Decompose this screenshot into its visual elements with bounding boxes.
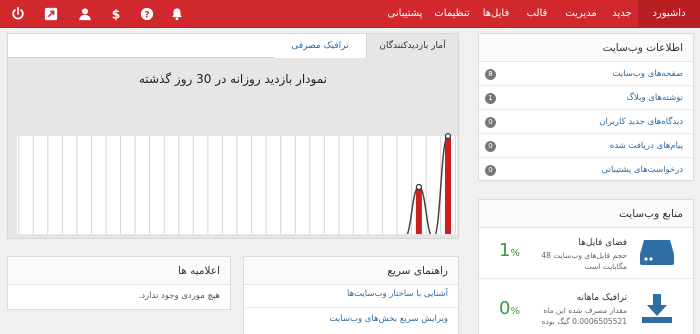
user-icon[interactable] — [72, 0, 98, 28]
resources-title: منابع وب‌سایت — [479, 200, 693, 228]
nav-files[interactable]: فایل‌ها — [474, 0, 518, 28]
site-info-row[interactable]: دیدگاه‌های جدید کاربران 0 — [479, 110, 693, 134]
bar — [445, 136, 451, 234]
site-info-panel: اطلاعات وب‌سایت صفحه‌های وب‌سایت 8 نوشته‌ه… — [478, 33, 694, 182]
download-icon — [641, 292, 673, 324]
site-info-label: نوشته‌های وبلاگ — [626, 93, 683, 103]
data-point — [415, 183, 422, 191]
site-info-label: پیام‌های دریافت شده — [609, 141, 683, 151]
count-badge: 1 — [485, 93, 496, 104]
resource-percent: 0% — [499, 298, 520, 319]
bell-icon[interactable] — [164, 0, 190, 28]
chart-title: نمودار بازدید روزانه در 30 روز گذشته — [138, 72, 328, 86]
svg-text:$: $ — [112, 7, 121, 21]
count-badge: 8 — [485, 69, 496, 80]
resources-panel: منابع وب‌سایت فضای فایل‌ها حجم فایل‌های … — [478, 199, 694, 334]
count-badge: 0 — [485, 117, 496, 128]
help-icon[interactable]: ? — [134, 0, 160, 28]
site-info-label: صفحه‌های وب‌سایت — [612, 69, 683, 79]
empty-message: هیچ موردی وجود ندارد. — [138, 291, 220, 301]
site-info-row[interactable]: صفحه‌های وب‌سایت 8 — [479, 62, 693, 86]
site-info-title: اطلاعات وب‌سایت — [479, 34, 693, 62]
site-info-row[interactable]: درخواست‌های پشتیبانی 0 — [479, 158, 693, 182]
announcements-panel: اعلامیه ها هیچ موردی وجود ندارد. — [7, 256, 231, 310]
dollar-icon[interactable]: $ — [103, 0, 129, 28]
quick-guide-title: راهنمای سریع — [244, 257, 458, 285]
tab-traffic[interactable]: ترافیک مصرفی — [274, 34, 366, 58]
resource-percent: 1% — [499, 240, 520, 261]
site-info-label: درخواست‌های پشتیبانی — [601, 165, 683, 175]
hard-drive-icon — [639, 236, 675, 268]
guide-link[interactable]: آشنایی با ساختار وب‌سایت‌ها — [347, 289, 448, 299]
site-info-row[interactable]: نوشته‌های وبلاگ 1 — [479, 86, 693, 110]
svg-text:?: ? — [144, 11, 149, 21]
nav-support[interactable]: پشتیبانی — [380, 0, 430, 28]
tab-visitors[interactable]: آمار بازدیدکنندگان — [366, 34, 458, 58]
external-link-icon[interactable] — [38, 0, 64, 28]
nav-new[interactable]: جدید — [607, 0, 637, 28]
count-badge: 0 — [485, 165, 496, 176]
resource-desc: حجم فایل‌های وب‌سایت 48 مگابایت است — [541, 251, 627, 271]
site-info-row[interactable]: پیام‌های دریافت شده 0 — [479, 134, 693, 158]
count-badge: 0 — [485, 141, 496, 152]
nav-management[interactable]: مدیریت — [556, 0, 606, 28]
nav-theme[interactable]: قالب — [519, 0, 555, 28]
nav-settings[interactable]: تنظیمات — [431, 0, 473, 28]
stats-panel: آمار بازدیدکنندگان ترافیک مصرفی نمودار ب… — [7, 33, 459, 239]
resource-title: فضای فایل‌ها — [578, 238, 627, 248]
nav-dashboard[interactable]: داشبورد — [638, 0, 700, 28]
resource-desc: مقدار مصرف شده این ماه 0.0006505521 گیگ … — [541, 306, 627, 326]
resource-title: ترافیک ماهانه — [576, 293, 627, 303]
site-info-label: دیدگاه‌های جدید کاربران — [599, 117, 683, 127]
power-icon[interactable] — [5, 0, 31, 28]
guide-link[interactable]: ویرایش سریع بخش‌های وب‌سایت — [330, 314, 448, 324]
announcements-title: اعلامیه ها — [8, 257, 230, 285]
visits-chart: 2930010203040506070809101112131415161718… — [17, 132, 457, 234]
bar — [415, 187, 422, 234]
data-point — [444, 132, 452, 140]
quick-guide-panel: راهنمای سریع آشنایی با ساختار وب‌سایت‌ها… — [243, 256, 459, 334]
top-navbar: $ ? پشتیبانی تنظیمات فایل‌ها قالب مدیریت… — [0, 0, 700, 28]
